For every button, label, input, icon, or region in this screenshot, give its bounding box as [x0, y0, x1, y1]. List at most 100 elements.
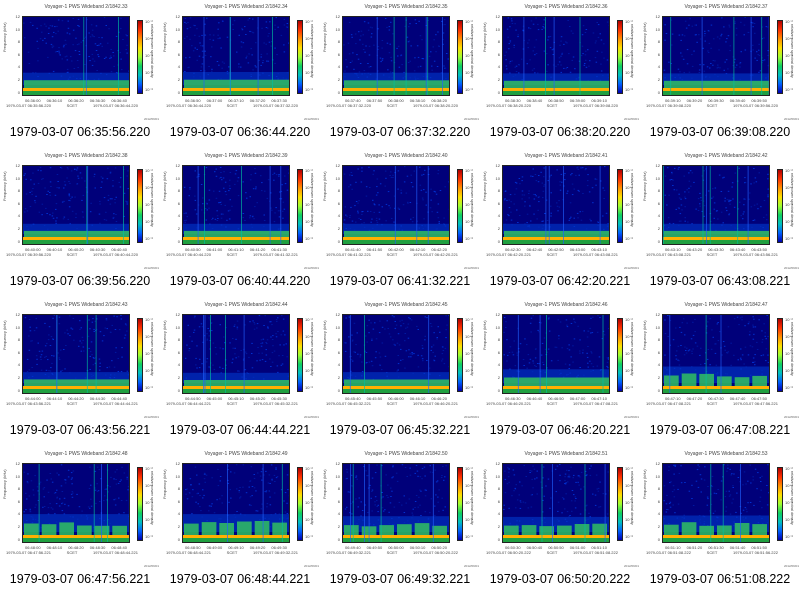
y-tick-label: 2	[17, 375, 20, 380]
y-tick-label: 0	[497, 536, 500, 542]
y-tick-label: 6	[177, 349, 180, 355]
panel-timestamp: 1979-03-07 06:41:32.221	[329, 274, 471, 288]
colorbar-tick: 10⁻⁶	[305, 385, 314, 390]
panel-title: Voyager-1 PWS Wideband 2/1842.48	[44, 451, 128, 457]
colorbar	[457, 467, 463, 541]
y-tick-label: 12	[175, 312, 180, 317]
scet-label: SCET	[386, 401, 398, 406]
y-tick-label: 2	[177, 524, 180, 529]
corner-text: 2012/09/01	[464, 266, 480, 270]
corner-text: 2012/09/01	[144, 117, 160, 121]
corner-text: 2012/09/01	[624, 415, 640, 419]
spectrogram-panel: Voyager-1 PWS Wideband 2/1842.36 Frequen…	[480, 0, 640, 149]
colorbar-tick: 10⁻⁶	[145, 87, 154, 92]
y-tick-label: 12	[175, 461, 180, 466]
colorbar-tick: 10⁻⁶	[465, 236, 474, 241]
y-tick-label: 10	[655, 473, 660, 479]
y-tick-label: 2	[497, 226, 500, 231]
y-tick-label: 8	[17, 39, 20, 45]
spectrogram-image	[183, 17, 289, 95]
y-axis-label: Frequency (kHz)	[322, 22, 327, 52]
spectrogram-grid: Voyager-1 PWS Wideband 2/1842.33 Frequen…	[0, 0, 800, 596]
colorbar-tick: 10⁻⁶	[625, 236, 634, 241]
colorbar-label: relative power spectral density	[630, 471, 635, 525]
panel-timestamp: 1979-03-07 06:47:08.221	[649, 423, 791, 437]
y-tick-label: 10	[495, 324, 500, 330]
y-tick-label: 4	[177, 511, 180, 517]
colorbar-tick: 10⁻⁶	[305, 87, 314, 92]
time-start: 1979-03-07 06:38:20.220	[486, 103, 531, 108]
y-tick-label: 12	[655, 461, 660, 466]
colorbar-label: relative power spectral density	[470, 322, 475, 376]
corner-text: 2012/09/01	[784, 117, 800, 121]
time-range: 1979-03-07 06:51:08.222 SCET 1979-03-07 …	[646, 550, 778, 555]
panel-title: Voyager-1 PWS Wideband 2/1842.40	[364, 153, 448, 159]
y-tick-label: 4	[497, 64, 500, 70]
time-range: 1979-03-07 06:35:56.220 SCET 1979-03-07 …	[6, 103, 138, 108]
panel-timestamp: 1979-03-07 06:45:32.221	[329, 423, 471, 437]
time-end: 1979-03-07 06:37:32.220	[253, 103, 298, 108]
y-tick-label: 4	[177, 362, 180, 368]
spectrogram-plot	[342, 165, 450, 245]
time-end: 1979-03-07 06:45:32.221	[253, 401, 298, 406]
spectrogram-image	[343, 315, 449, 393]
y-axis-label: Frequency (kHz)	[482, 320, 487, 350]
panel-title: Voyager-1 PWS Wideband 2/1842.38	[44, 153, 128, 159]
time-range: 1979-03-07 06:45:32.221 SCET 1979-03-07 …	[326, 401, 458, 406]
scet-label: SCET	[546, 103, 558, 108]
panel-timestamp: 1979-03-07 06:43:56.221	[9, 423, 151, 437]
time-range: 1979-03-07 06:49:32.221 SCET 1979-03-07 …	[326, 550, 458, 555]
y-axis-label: Frequency (kHz)	[162, 22, 167, 52]
y-tick-label: 2	[17, 77, 20, 82]
spectrogram-image	[23, 464, 129, 542]
colorbar-label: relative power spectral density	[630, 173, 635, 227]
panel-timestamp: 1979-03-07 06:42:20.221	[489, 274, 631, 288]
y-tick-label: 0	[337, 387, 340, 393]
colorbar	[137, 467, 143, 541]
y-tick-label: 0	[177, 387, 180, 393]
y-axis-label: Frequency (kHz)	[2, 469, 7, 499]
spectrogram-image	[343, 17, 449, 95]
colorbar-tick: 10⁻⁶	[625, 87, 634, 92]
panel-title: Voyager-1 PWS Wideband 2/1842.43	[44, 302, 128, 308]
panel-title: Voyager-1 PWS Wideband 2/1842.39	[204, 153, 288, 159]
colorbar-label: relative power spectral density	[790, 173, 795, 227]
colorbar-label: relative power spectral density	[470, 24, 475, 78]
corner-text: 2012/09/01	[304, 415, 320, 419]
y-tick-label: 0	[337, 238, 340, 244]
y-tick-label: 6	[177, 51, 180, 57]
y-tick-label: 0	[657, 89, 660, 95]
y-tick-label: 2	[17, 226, 20, 231]
corner-text: 2012/09/01	[144, 415, 160, 419]
y-tick-label: 2	[337, 226, 340, 231]
y-tick-label: 4	[177, 213, 180, 219]
y-tick-label: 6	[337, 200, 340, 206]
y-tick-label: 6	[177, 498, 180, 504]
spectrogram-panel: Voyager-1 PWS Wideband 2/1842.41 Frequen…	[480, 149, 640, 298]
scet-label: SCET	[386, 103, 398, 108]
y-axis-label: Frequency (kHz)	[482, 22, 487, 52]
spectrogram-panel: Voyager-1 PWS Wideband 2/1842.38 Frequen…	[0, 149, 160, 298]
spectrogram-panel: Voyager-1 PWS Wideband 2/1842.50 Frequen…	[320, 447, 480, 596]
y-tick-label: 4	[657, 511, 660, 517]
colorbar-label: relative power spectral density	[150, 322, 155, 376]
spectrogram-panel: Voyager-1 PWS Wideband 2/1842.43 Frequen…	[0, 298, 160, 447]
time-range: 1979-03-07 06:46:20.221 SCET 1979-03-07 …	[486, 401, 618, 406]
panel-title: Voyager-1 PWS Wideband 2/1842.35	[364, 4, 448, 10]
time-start: 1979-03-07 06:43:08.221	[646, 252, 691, 257]
colorbar	[137, 20, 143, 94]
panel-title: Voyager-1 PWS Wideband 2/1842.46	[524, 302, 608, 308]
y-tick-label: 4	[497, 362, 500, 368]
scet-label: SCET	[706, 401, 718, 406]
y-tick-label: 0	[497, 238, 500, 244]
panel-timestamp: 1979-03-07 06:46:20.221	[489, 423, 631, 437]
colorbar	[777, 169, 783, 243]
y-axis-label: Frequency (kHz)	[2, 320, 7, 350]
y-tick-label: 4	[17, 362, 20, 368]
spectrogram-plot	[182, 16, 290, 96]
time-start: 1979-03-07 06:46:20.221	[486, 401, 531, 406]
time-range: 1979-03-07 06:40:44.220 SCET 1979-03-07 …	[166, 252, 298, 257]
colorbar	[137, 169, 143, 243]
scet-label: SCET	[66, 252, 78, 257]
scet-label: SCET	[706, 252, 718, 257]
